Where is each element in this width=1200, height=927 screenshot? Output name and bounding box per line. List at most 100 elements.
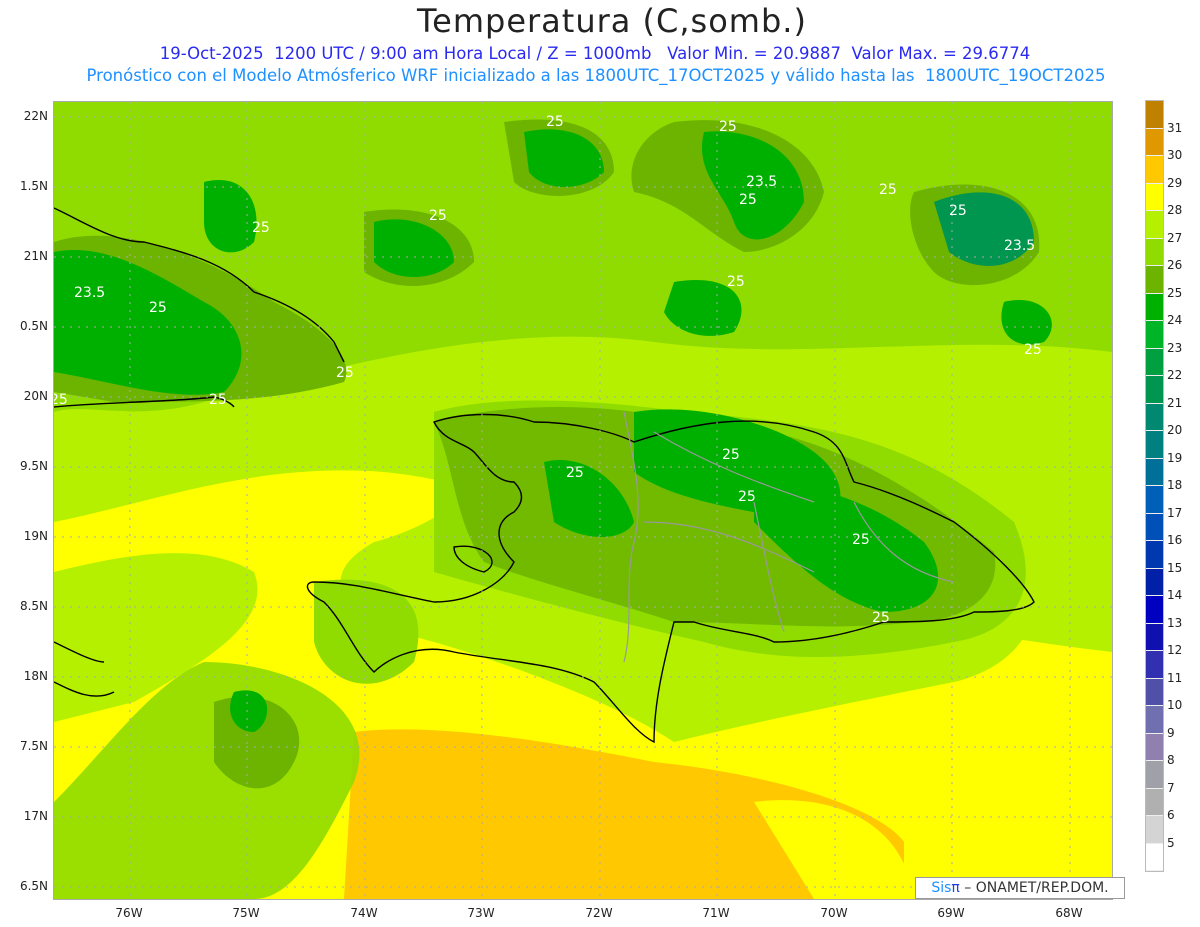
contour-label: 25 [1024,342,1042,358]
color-swatch [1146,678,1163,706]
logo-sis: Sis [931,880,952,896]
color-scale-label: 21 [1167,395,1183,410]
color-scale-label: 22 [1167,368,1183,382]
color-swatch [1146,266,1163,294]
color-swatch [1146,348,1163,376]
color-swatch [1146,486,1163,514]
color-scale-label: 10 [1167,698,1183,712]
color-swatch [1146,183,1163,211]
color-scale-label: 26 [1167,258,1183,272]
contour-label: 25 [722,447,740,463]
lat-label: 0.5N [19,319,48,333]
color-swatch [1146,623,1163,651]
color-scale-label: 18 [1167,478,1183,492]
color-scale-label: 14 [1167,588,1183,602]
color-scale-label: 31 [1167,120,1183,135]
lon-label: 75W [232,906,260,920]
color-swatch [1146,651,1163,679]
color-scale-bar [1145,100,1164,872]
color-scale-label: 11 [1167,670,1183,685]
map-title: Temperatura (C,somb.) [417,2,807,40]
color-swatch [1146,761,1163,789]
color-scale-label: 9 [1167,725,1175,740]
contour-label: 23.5 [74,285,105,301]
lat-label: 7.5N [19,739,48,753]
contour-label: 25 [429,208,447,224]
color-scale-label: 19 [1167,450,1183,465]
lon-label: 69W [937,906,965,920]
contour-label: 25 [546,114,564,130]
contour-label: 25 [149,300,167,316]
lat-label: 9.5N [19,459,48,473]
lat-label: 1.5N [19,179,48,193]
contour-label: 25 [738,489,756,505]
color-scale-label: 29 [1167,175,1183,190]
lon-label: 70W [820,906,848,920]
lon-label: 76W [115,906,143,920]
lon-label: 73W [467,906,495,920]
contour-label: 25 [739,192,757,208]
forecast-info-line: Pronóstico con el Modelo Atmósferico WRF… [86,66,1106,85]
color-swatch [1146,156,1163,184]
color-scale-label: 13 [1167,615,1183,630]
contour-label: 23.5 [1004,238,1035,254]
color-scale-label: 23 [1167,340,1183,355]
color-scale-label: 20 [1167,423,1183,437]
contour-label: 25 [719,119,737,135]
lon-label: 68W [1055,906,1083,920]
lat-label: 20N [23,389,48,403]
color-scale-label: 25 [1167,285,1183,300]
color-scale-label: 17 [1167,505,1183,520]
color-swatch [1146,788,1163,816]
lon-label: 71W [702,906,730,920]
color-swatch [1146,321,1163,349]
contour-label: 25 [879,182,897,198]
temperature-map: 25 25 25 23.5 25 25 25 25 23.5 25 23.5 2… [50,101,1113,900]
contour-label: 25 [727,274,745,290]
color-swatch [1146,211,1163,239]
color-swatch [1146,458,1163,486]
color-swatch [1146,238,1163,266]
color-scale-label: 6 [1167,808,1175,822]
contour-label: 25 [852,532,870,548]
logo-pi: π [951,880,960,896]
color-swatch [1146,568,1163,596]
color-swatch [1146,376,1163,404]
map-canvas: 25 25 25 23.5 25 25 25 25 23.5 25 23.5 2… [50,102,1112,899]
color-scale-label: 27 [1167,230,1183,245]
contour-label: 25 [949,203,967,219]
color-swatch [1146,596,1163,624]
color-swatch [1146,101,1163,129]
color-swatch [1146,733,1163,761]
lon-label: 72W [585,906,613,920]
color-swatch [1146,541,1163,569]
color-scale-label: 28 [1167,203,1183,217]
contour-label: 23.5 [746,174,777,190]
color-swatch [1146,706,1163,734]
lat-label: 6.5N [19,879,48,893]
color-swatch [1146,293,1163,321]
lat-label: 19N [23,529,48,543]
color-scale-label: 5 [1167,835,1175,850]
color-swatch [1146,128,1163,156]
valid-time-line: 19-Oct-2025 1200 UTC / 9:00 am Hora Loca… [159,44,1031,63]
lat-label: 17N [23,809,48,823]
color-scale-label: 30 [1167,148,1183,162]
lat-label: 21N [23,249,48,263]
lat-label: 18N [23,669,48,683]
logo-text: – ONAMET/REP.DOM. [959,880,1109,896]
contour-label: 25 [566,465,584,481]
color-scale-label: 8 [1167,753,1175,767]
color-swatch [1146,431,1163,459]
contour-label: 25 [252,220,270,236]
contour-label: 25 [336,365,354,381]
color-scale-label: 7 [1167,780,1175,795]
color-swatch [1146,513,1163,541]
color-scale-label: 15 [1167,560,1183,575]
lat-label: 8.5N [19,599,48,613]
contour-label: 25 [872,610,890,626]
color-scale-label: 12 [1167,643,1183,657]
contour-label: 25 [209,392,227,408]
lat-label: 22N [23,109,48,123]
onamet-logo: Sisπ – ONAMET/REP.DOM. [915,877,1125,899]
